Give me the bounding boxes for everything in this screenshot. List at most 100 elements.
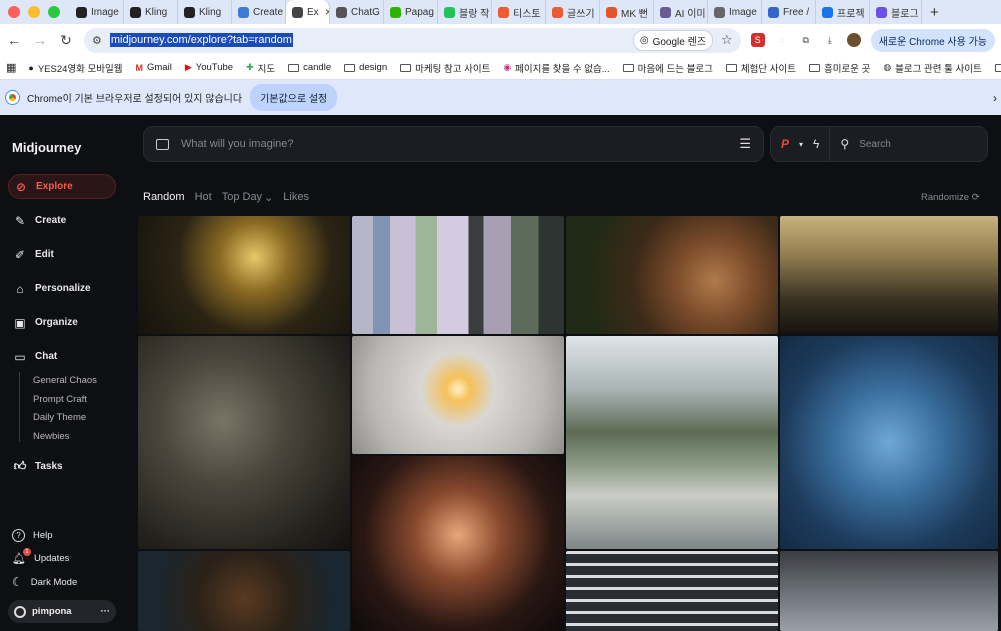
midjourney-logo[interactable]: Midjourney: [12, 140, 81, 155]
browser-tab[interactable]: Papag: [384, 0, 438, 24]
help-link[interactable]: ? Help: [12, 529, 53, 542]
address-toolbar: ← → ↻ ⚙ midjourney.com/explore?tab=rando…: [0, 24, 1001, 56]
sidebar-item-label: Organize: [35, 317, 78, 328]
updates-link[interactable]: 🔔︎ 1 Updates: [12, 548, 69, 565]
sidebar-item-tasks[interactable]: 👍︎ Tasks: [8, 454, 116, 479]
tab-favicon-icon: [444, 6, 455, 18]
browser-tab[interactable]: 블랑 작: [438, 0, 492, 24]
gallery-image-warriors-silhouette[interactable]: [780, 216, 998, 334]
tab-likes[interactable]: Likes: [283, 191, 309, 204]
settings-sliders-icon[interactable]: ☰: [739, 136, 751, 152]
refresh-icon: ⟳: [971, 192, 980, 203]
download-icon[interactable]: ⤓: [823, 33, 837, 47]
dark-mode-toggle[interactable]: ☾ Dark Mode: [12, 575, 77, 589]
gallery-image-zen-garden-monk[interactable]: [566, 336, 778, 549]
sidebar-item-edit[interactable]: ✐ Edit: [8, 242, 116, 267]
browser-tab[interactable]: Image: [708, 0, 762, 24]
tab-random[interactable]: Random: [143, 191, 185, 204]
browser-tab[interactable]: Image: [70, 0, 124, 24]
back-icon[interactable]: ←: [6, 32, 22, 48]
url-text[interactable]: midjourney.com/explore?tab=random: [109, 33, 293, 47]
user-menu[interactable]: pimpona ···: [8, 600, 116, 623]
chevron-down-icon[interactable]: ▾: [799, 140, 803, 149]
forward-icon[interactable]: →: [32, 32, 48, 48]
folder-icon: [994, 63, 1001, 72]
bookmark-item[interactable]: candle: [288, 62, 331, 73]
bookmark-item[interactable]: ◉ 페이지를 찾을 수 없습...: [503, 61, 609, 75]
apps-grid-icon[interactable]: ▦: [6, 61, 16, 74]
site-info-icon[interactable]: ⚙: [92, 34, 102, 47]
browser-tab[interactable]: 티스토: [492, 0, 546, 24]
browser-tab[interactable]: Ex✕: [286, 0, 330, 24]
chat-room-item[interactable]: Newbies: [33, 431, 69, 442]
tab-top-day[interactable]: Top Day: [222, 191, 262, 204]
bookmark-item[interactable]: 증명서: [994, 61, 1001, 75]
sidebar-item-explore[interactable]: ⊘ Explore: [8, 174, 116, 199]
personalize-p-icon[interactable]: P: [781, 137, 789, 151]
browser-tab[interactable]: ChatG: [330, 0, 384, 24]
maximize-window-button[interactable]: [48, 6, 60, 18]
bookmark-item[interactable]: ◍ 블로그 관련 툴 사이트: [883, 61, 981, 75]
tab-hot[interactable]: Hot: [195, 191, 212, 204]
search-input[interactable]: Search: [859, 139, 891, 150]
chat-room-item[interactable]: General Chaos: [33, 375, 97, 386]
chevron-down-icon[interactable]: ⌄: [264, 191, 273, 204]
prompt-bar[interactable]: What will you imagine? ☰: [143, 126, 764, 162]
browser-tab[interactable]: MK 뻔: [600, 0, 654, 24]
gallery-image-girl-with-dog[interactable]: [566, 216, 778, 334]
profile-avatar[interactable]: [846, 33, 861, 47]
new-tab-button[interactable]: +: [922, 4, 947, 21]
tab-favicon-icon: [876, 6, 887, 18]
gallery-image-robot-cat-camera[interactable]: [780, 336, 998, 549]
chat-room-item[interactable]: Daily Theme: [33, 412, 86, 423]
browser-tab[interactable]: Create: [232, 0, 286, 24]
browser-tab[interactable]: Kling: [124, 0, 178, 24]
browser-tab[interactable]: 블로그: [870, 0, 922, 24]
extensions-puzzle-icon[interactable]: ⧉: [799, 33, 813, 47]
infobar-close-icon[interactable]: ›: [993, 91, 997, 105]
randomize-button[interactable]: Randomize ⟳: [921, 192, 980, 203]
browser-tab[interactable]: Kling: [178, 0, 232, 24]
sidebar-item-personalize[interactable]: ⌂ Personalize: [8, 276, 116, 301]
sidebar-item-organize[interactable]: ▣ Organize: [8, 310, 116, 335]
chat-room-item[interactable]: Prompt Craft: [33, 394, 87, 405]
sidebar-item-create[interactable]: ✎ Create: [8, 208, 116, 233]
bookmark-item[interactable]: ✚ 지도: [246, 61, 275, 75]
close-window-button[interactable]: [8, 6, 20, 18]
gallery-image-lightbulb-people[interactable]: [352, 336, 564, 454]
bookmark-item[interactable]: ▶ YouTube: [185, 62, 233, 73]
address-bar[interactable]: ⚙ midjourney.com/explore?tab=random ◎ Goo…: [84, 27, 741, 53]
bookmark-item[interactable]: design: [344, 62, 387, 73]
bookmark-item[interactable]: 마음에 드는 블로그: [622, 61, 713, 75]
bookmark-star-icon[interactable]: ☆: [721, 32, 733, 48]
bookmark-item[interactable]: 체험단 사이트: [725, 61, 796, 75]
gallery-image-dark-corridor[interactable]: [566, 551, 778, 631]
prompt-input[interactable]: What will you imagine?: [181, 138, 727, 150]
bookmark-item[interactable]: 흥미로운 곳: [808, 61, 870, 75]
gallery-image-cloudy-sky[interactable]: [780, 551, 998, 631]
set-default-button[interactable]: 기본값으로 설정: [250, 84, 338, 111]
gallery-image-golden-monk[interactable]: [138, 216, 350, 334]
extension-s-icon[interactable]: S: [750, 33, 765, 47]
bookmark-item[interactable]: ● YES24영화 모바일웹: [28, 61, 122, 75]
reload-icon[interactable]: ↻: [58, 32, 74, 49]
gallery-image-boy-portrait[interactable]: [138, 551, 350, 631]
gallery-image-woman-camera[interactable]: [352, 456, 564, 631]
browser-tab[interactable]: Free /: [762, 0, 816, 24]
new-chrome-available-button[interactable]: 새로운 Chrome 사용 가능: [870, 28, 995, 52]
google-lens-button[interactable]: ◎ Google 렌즈: [632, 29, 714, 51]
browser-tab[interactable]: 글쓰기: [546, 0, 600, 24]
more-options-icon[interactable]: ···: [101, 606, 111, 617]
gallery-image-glitch-landscape[interactable]: [352, 216, 564, 334]
extension-compass-icon[interactable]: ◌: [775, 33, 789, 47]
gallery-image-desk-room[interactable]: [138, 336, 350, 549]
minimize-window-button[interactable]: [28, 6, 40, 18]
bookmark-label: 체험단 사이트: [740, 63, 796, 75]
bookmark-item[interactable]: M Gmail: [136, 62, 172, 73]
browser-tab[interactable]: 프로젝: [816, 0, 870, 24]
speed-bolt-icon[interactable]: ϟ: [813, 137, 819, 151]
browser-tab[interactable]: AI 이미: [654, 0, 708, 24]
image-upload-icon[interactable]: [156, 138, 169, 150]
sidebar-item-chat[interactable]: ▭ Chat: [8, 344, 116, 369]
bookmark-item[interactable]: 마케팅 참고 사이트: [400, 61, 490, 75]
